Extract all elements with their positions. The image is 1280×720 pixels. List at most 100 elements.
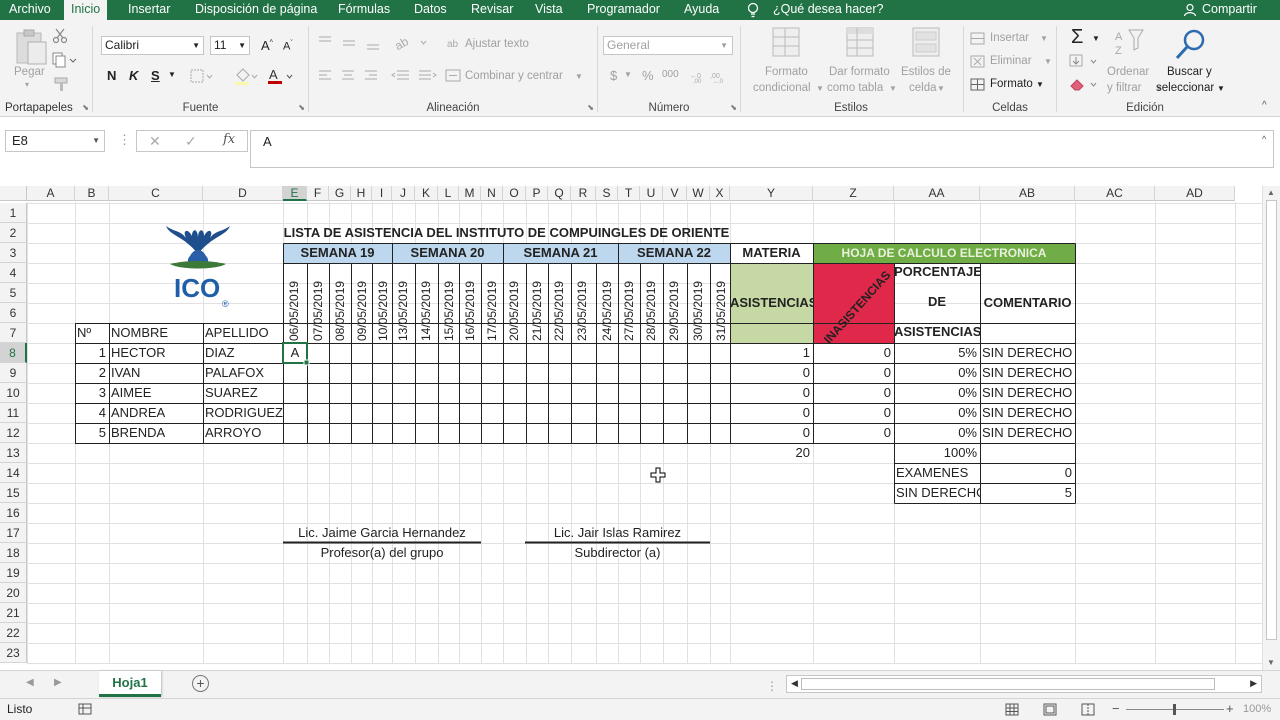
merge-center-button[interactable]: Combinar y centrar xyxy=(465,70,563,82)
row-header-21[interactable]: 21 xyxy=(0,603,27,623)
row-header-10[interactable]: 10 xyxy=(0,383,27,403)
clear-eraser-icon[interactable] xyxy=(1069,76,1101,92)
row-header-3[interactable]: 3 xyxy=(0,243,27,263)
tab-programador[interactable]: Programador xyxy=(587,0,660,20)
column-header-y[interactable]: Y xyxy=(730,186,813,201)
scroll-tabs-left-icon[interactable]: ◀ xyxy=(26,677,34,688)
column-header-w[interactable]: W xyxy=(687,186,710,201)
vertical-scroll-thumb[interactable] xyxy=(1266,200,1277,640)
column-header-j[interactable]: J xyxy=(392,186,415,201)
tab-revisar[interactable]: Revisar xyxy=(471,0,513,20)
indent-icons[interactable] xyxy=(391,68,437,84)
row-header-9[interactable]: 9 xyxy=(0,363,27,383)
insert-cells-button[interactable]: Insertar xyxy=(990,32,1029,44)
borders-icon[interactable] xyxy=(189,68,213,84)
row-header-1[interactable]: 1 xyxy=(0,203,27,223)
row-header-16[interactable]: 16 xyxy=(0,503,27,523)
insert-function-icon[interactable]: fx xyxy=(223,132,235,147)
zoom-out-button[interactable]: − xyxy=(1112,701,1120,716)
tab-inicio[interactable]: Inicio xyxy=(64,0,108,20)
orientation-icon[interactable]: ab xyxy=(393,34,433,52)
column-header-m[interactable]: M xyxy=(459,186,481,201)
format-as-table-icon[interactable] xyxy=(845,26,877,62)
horizontal-scroll-thumb[interactable] xyxy=(801,678,1215,690)
chevron-down-icon[interactable]: ▼ xyxy=(937,84,945,93)
expand-formula-icon[interactable]: ^ xyxy=(1262,134,1266,144)
shrink-font-icon[interactable]: Aˇ xyxy=(283,40,293,53)
sort-filter-label-2[interactable]: y filtrar xyxy=(1107,82,1142,94)
column-header-aa[interactable]: AA xyxy=(894,186,980,201)
cell-styles-label-2[interactable]: celda xyxy=(909,82,937,94)
column-header-p[interactable]: P xyxy=(526,186,548,201)
font-color-icon[interactable]: A xyxy=(267,67,297,85)
delete-cells-button[interactable]: Eliminar xyxy=(990,55,1032,67)
row-header-15[interactable]: 15 xyxy=(0,483,27,503)
tab-archivo[interactable]: Archivo xyxy=(9,0,51,20)
column-header-g[interactable]: G xyxy=(329,186,351,201)
column-header-q[interactable]: Q xyxy=(548,186,571,201)
column-header-o[interactable]: O xyxy=(503,186,526,201)
grow-font-icon[interactable]: A^ xyxy=(261,38,273,53)
tab-ayuda[interactable]: Ayuda xyxy=(684,0,719,20)
chevron-down-icon[interactable]: ▼ xyxy=(624,70,632,79)
chevron-down-icon[interactable]: ▼ xyxy=(1036,80,1044,89)
sheet-tab-hoja1[interactable]: Hoja1 xyxy=(99,671,161,697)
alignment-launcher-icon[interactable]: ⬊ xyxy=(587,103,594,112)
enter-check-icon[interactable]: ✓ xyxy=(185,133,197,150)
find-select-label-1[interactable]: Buscar y xyxy=(1167,66,1212,78)
vertical-align-icons[interactable] xyxy=(317,34,387,52)
column-header-ac[interactable]: AC xyxy=(1075,186,1155,201)
column-header-s[interactable]: S xyxy=(596,186,618,201)
name-box[interactable]: E8 ▼ xyxy=(5,130,105,152)
macro-record-icon[interactable] xyxy=(78,703,92,716)
fill-color-icon[interactable] xyxy=(233,67,259,85)
row-header-17[interactable]: 17 xyxy=(0,523,27,543)
column-header-l[interactable]: L xyxy=(438,186,459,201)
row-header-20[interactable]: 20 xyxy=(0,583,27,603)
paste-icon[interactable] xyxy=(14,28,48,66)
chevron-down-icon[interactable]: ▼ xyxy=(1044,57,1052,66)
collapse-ribbon-icon[interactable]: ^ xyxy=(1262,100,1267,111)
zoom-slider-thumb[interactable] xyxy=(1173,704,1176,715)
normal-view-icon[interactable] xyxy=(1005,703,1019,716)
row-header-13[interactable]: 13 xyxy=(0,443,27,463)
cell-styles-label-1[interactable]: Estilos de xyxy=(901,66,951,78)
column-header-b[interactable]: B xyxy=(75,186,109,201)
scroll-down-icon[interactable]: ▼ xyxy=(1267,658,1275,667)
chevron-down-icon[interactable]: ▼ xyxy=(1040,34,1048,43)
number-format-select[interactable]: General ▼ xyxy=(603,36,733,55)
row-header-7[interactable]: 7 xyxy=(0,323,27,343)
row-header-5[interactable]: 5 xyxy=(0,283,27,303)
column-header-u[interactable]: U xyxy=(640,186,663,201)
copy-icon[interactable] xyxy=(52,52,78,68)
column-header-r[interactable]: R xyxy=(571,186,596,201)
scroll-tabs-right-icon[interactable]: ▶ xyxy=(54,677,62,688)
row-header-4[interactable]: 4 xyxy=(0,263,27,283)
worksheet-grid[interactable]: A B C D E F G H I J K L M N O P Q R S T U V W X Y Z AA AB AC AD 12345… xyxy=(0,186,1262,668)
new-sheet-button[interactable]: + xyxy=(192,675,209,692)
currency-button[interactable]: $ xyxy=(610,68,617,83)
formula-input[interactable]: A xyxy=(250,130,1274,168)
column-header-d[interactable]: D xyxy=(203,186,283,201)
chevron-down-icon[interactable]: ▼ xyxy=(168,70,176,79)
row-header-11[interactable]: 11 xyxy=(0,403,27,423)
column-header-ab[interactable]: AB xyxy=(980,186,1075,201)
format-cells-icon[interactable] xyxy=(970,78,986,92)
font-launcher-icon[interactable]: ⬊ xyxy=(298,103,305,112)
tab-insertar[interactable]: Insertar xyxy=(128,0,170,20)
wrap-text-icon[interactable]: ab xyxy=(447,36,461,50)
tab-datos[interactable]: Datos xyxy=(414,0,447,20)
row-header-12[interactable]: 12 xyxy=(0,423,27,443)
autosum-icon[interactable]: Σ xyxy=(1071,26,1083,49)
sort-filter-icon[interactable]: AZ xyxy=(1113,28,1149,62)
column-header-z[interactable]: Z xyxy=(813,186,894,201)
fill-down-icon[interactable] xyxy=(1069,54,1101,68)
font-size-select[interactable]: 11 ▼ xyxy=(210,36,250,55)
chevron-down-icon[interactable]: ▼ xyxy=(1217,84,1225,93)
conditional-format-icon[interactable] xyxy=(771,26,803,62)
column-header-e[interactable]: E xyxy=(283,186,307,201)
column-header-t[interactable]: T xyxy=(618,186,640,201)
tab-vista[interactable]: Vista xyxy=(535,0,563,20)
tell-me-search[interactable]: ¿Qué desea hacer? xyxy=(773,0,884,20)
row-header-18[interactable]: 18 xyxy=(0,543,27,563)
